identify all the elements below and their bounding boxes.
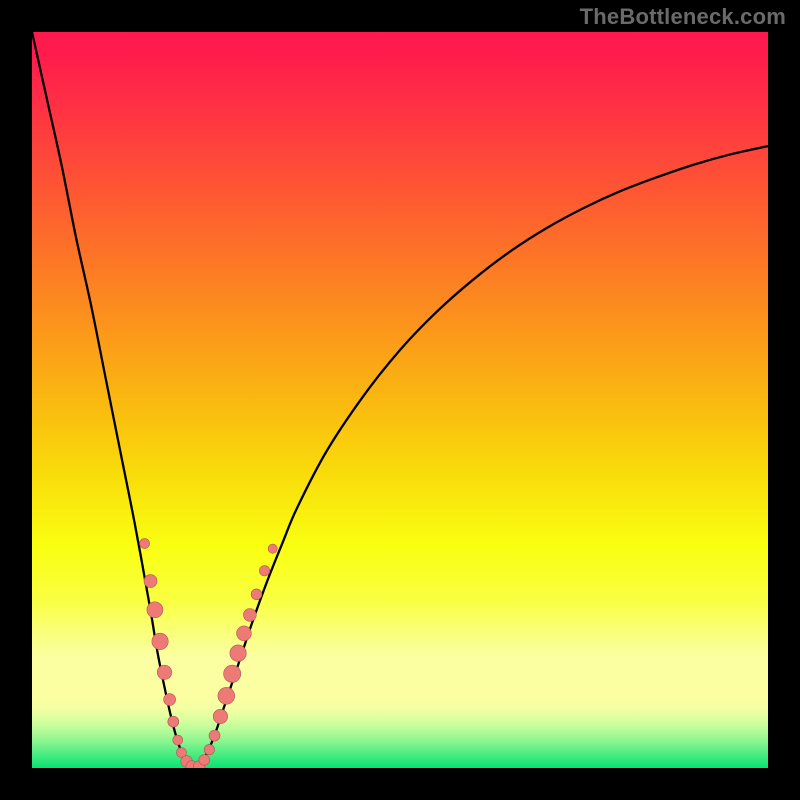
gradient-background (32, 32, 768, 768)
marker-dot (168, 716, 179, 727)
chart-svg (32, 32, 768, 768)
marker-dot (268, 544, 277, 553)
marker-dot (251, 589, 262, 600)
plot-area (32, 32, 768, 768)
outer-frame: TheBottleneck.com (0, 0, 800, 800)
marker-dot (144, 575, 157, 588)
watermark-label: TheBottleneck.com (580, 4, 786, 30)
marker-dot (173, 735, 183, 745)
marker-dot (218, 687, 235, 704)
marker-dot (237, 626, 252, 641)
marker-dot (230, 645, 246, 661)
marker-dot (140, 539, 150, 549)
marker-dot (243, 609, 256, 622)
marker-dot (224, 665, 241, 682)
marker-dot (157, 665, 171, 679)
marker-dot (152, 633, 168, 649)
marker-dot (204, 744, 214, 754)
marker-dot (259, 566, 269, 576)
marker-dot (164, 694, 176, 706)
marker-dot (209, 730, 220, 741)
marker-dot (147, 602, 163, 618)
marker-dot (213, 709, 227, 723)
marker-dot (199, 755, 210, 766)
